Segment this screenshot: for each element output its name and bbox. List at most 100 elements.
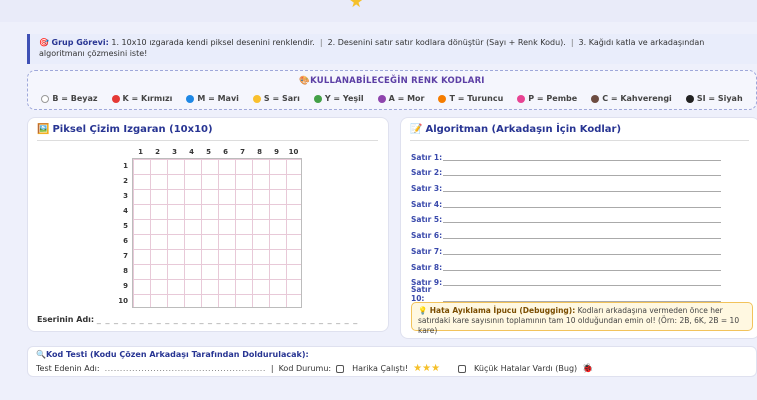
grid-row-number: 10 <box>118 297 128 305</box>
grid-row-number: 1 <box>123 162 128 170</box>
color-code-label: S = Sarı <box>263 94 300 103</box>
color-code-item: C = Kahverengi <box>591 94 672 103</box>
color-dot-icon <box>517 94 526 103</box>
algorithm-row-line[interactable] <box>443 159 721 161</box>
algorithm-row-label: Satır 1: <box>411 152 443 162</box>
success-checkbox[interactable] <box>336 364 345 373</box>
algorithm-row-label: Satır 4: <box>411 199 443 209</box>
grid-row-number: 5 <box>123 222 128 230</box>
star-icon: ★ <box>349 0 364 11</box>
color-code-item: S = Sarı <box>252 94 300 103</box>
grid-row-numbers: 1 2 3 4 5 6 7 8 9 10 <box>112 158 128 308</box>
algorithm-row[interactable]: Satır 1: <box>411 148 721 164</box>
algorithm-row-label: Satır 6: <box>411 231 443 241</box>
magnifier-icon: 🔍 <box>36 350 46 359</box>
grid-card-title: 🖼️ Piksel Çizim Izgaran (10x10) <box>37 124 213 135</box>
algorithm-row-label: Satır 2: <box>411 168 443 178</box>
algorithm-row[interactable]: Satır 2: <box>411 164 721 180</box>
group-task-bar: 🎯 Grup Görevi: 1. 10x10 ızgarada kendi p… <box>27 34 757 64</box>
grid-row-number: 8 <box>123 267 128 275</box>
lightbulb-icon: 💡 <box>418 306 428 315</box>
separator: | <box>570 38 574 47</box>
divider <box>410 140 749 141</box>
color-codes-title-text: KULLANABİLECEĞİN RENK KODLARI <box>310 76 485 86</box>
algorithm-row[interactable]: Satır 7: <box>411 242 721 258</box>
algorithm-row-line[interactable] <box>443 285 721 287</box>
palette-icon: 🎨 <box>299 76 311 86</box>
test-row: Test Edenin Adı: .......................… <box>36 363 593 374</box>
artwork-name-blank: _ _ _ _ _ _ _ _ _ _ _ _ _ _ _ _ _ _ _ _ … <box>96 315 359 324</box>
grid-column-number: 6 <box>223 148 228 156</box>
code-status-label: Kod Durumu: <box>278 364 332 373</box>
algorithm-row-line[interactable] <box>443 238 721 240</box>
grid-card-title-text: Piksel Çizim Izgaran (10x10) <box>52 124 213 135</box>
algorithm-row-line[interactable] <box>443 206 721 208</box>
algorithm-row-label: Satır 5: <box>411 215 443 225</box>
grid-column-number: 3 <box>172 148 177 156</box>
separator: | <box>319 38 323 47</box>
grid-column-number: 10 <box>288 148 299 156</box>
algorithm-row[interactable]: Satır 4: <box>411 195 721 211</box>
color-dot-icon <box>111 94 120 103</box>
algorithm-row-line[interactable] <box>443 191 721 193</box>
color-dot-icon <box>41 94 50 103</box>
tester-name-label: Test Edenin Adı: <box>36 364 100 373</box>
color-codes-panel: 🎨KULLANABİLECEĞİN RENK KODLARI B = Beyaz… <box>27 70 757 110</box>
grid-column-number: 4 <box>189 148 194 156</box>
grid-column-number: 1 <box>138 148 143 156</box>
color-code-item: M = Mavi <box>186 94 239 103</box>
grid-row-number: 4 <box>123 207 128 215</box>
target-icon: 🎯 <box>39 38 49 47</box>
bug-option-label: Küçük Hatalar Vardı (Bug) <box>474 364 578 373</box>
grid-column-number: 5 <box>206 148 211 156</box>
three-stars-icon: ★★★ <box>413 363 441 374</box>
color-dot-icon <box>252 94 261 103</box>
algorithm-card-title: 📝 Algoritman (Arkadaşın İçin Kodlar) <box>410 124 621 135</box>
color-code-label: T = Turuncu <box>449 94 504 103</box>
algorithm-row[interactable]: Satır 6: <box>411 226 721 242</box>
color-code-label: K = Kırmızı <box>122 94 173 103</box>
grid-row-number: 9 <box>123 282 128 290</box>
color-dot-icon <box>591 94 600 103</box>
algorithm-row-line[interactable] <box>443 269 721 271</box>
task-step-2: 2. Desenini satır satır kodlara dönüştür… <box>327 38 566 47</box>
pixel-grid[interactable] <box>132 158 302 308</box>
color-code-item: K = Kırmızı <box>111 94 173 103</box>
tester-name-blank[interactable]: ........................................… <box>105 364 266 373</box>
algorithm-card: 📝 Algoritman (Arkadaşın İçin Kodlar) Satı… <box>400 117 757 339</box>
algorithm-row[interactable]: Satır 9: <box>411 274 721 290</box>
ladybug-icon: 🐞 <box>582 363 594 374</box>
separator: | <box>270 364 274 373</box>
algorithm-row[interactable]: Satır 3: <box>411 179 721 195</box>
test-title-text: Kod Testi (Kodu Çözen Arkadaşı Tarafında… <box>45 350 309 359</box>
pixel-grid-card: 🖼️ Piksel Çizim Izgaran (10x10) 1 2 3 4 5 6 7 8 9… <box>27 117 389 332</box>
tip-label: Hata Ayıklama İpucu (Debugging): <box>429 306 576 315</box>
color-dot-icon <box>685 94 694 103</box>
algorithm-row[interactable]: Satır 5: <box>411 211 721 227</box>
grid-column-number: 2 <box>155 148 160 156</box>
artwork-name-field[interactable]: Eserinin Adı: _ _ _ _ _ _ _ _ _ _ _ _ _ … <box>37 315 358 324</box>
grid-row-number: 6 <box>123 237 128 245</box>
artwork-name-label: Eserinin Adı: <box>37 315 95 324</box>
algorithm-row-line[interactable] <box>443 222 721 224</box>
algorithm-rows: Satır 1: Satır 2: Satır 3: Satır 4: Satır 5:… <box>411 148 721 305</box>
grid-column-number: 7 <box>240 148 245 156</box>
color-code-item: A = Mor <box>377 94 425 103</box>
algorithm-row-label: Satır 3: <box>411 184 443 194</box>
grid-row-number: 7 <box>123 252 128 260</box>
algorithm-row-label: Satır 8: <box>411 262 443 272</box>
debugging-tip: 💡 Hata Ayıklama İpucu (Debugging): Kodla… <box>411 302 753 335</box>
success-option-label: Harika Çalıştı! <box>352 364 409 373</box>
bug-checkbox[interactable] <box>458 364 467 373</box>
task-label: Grup Görevi: <box>51 38 109 47</box>
algorithm-row-line[interactable] <box>443 253 721 255</box>
color-dot-icon <box>313 94 322 103</box>
algorithm-row-line[interactable] <box>443 175 721 177</box>
color-codes-title: 🎨KULLANABİLECEĞİN RENK KODLARI <box>28 76 756 86</box>
grid-row-number: 2 <box>123 177 128 185</box>
color-code-label: SI = Siyah <box>696 94 743 103</box>
test-title: 🔍Kod Testi (Kodu Çözen Arkadaşı Tarafınd… <box>36 350 309 359</box>
color-code-label: A = Mor <box>388 94 425 103</box>
algorithm-row[interactable]: Satır 8: <box>411 258 721 274</box>
algorithm-row-label: Satır 7: <box>411 246 443 256</box>
